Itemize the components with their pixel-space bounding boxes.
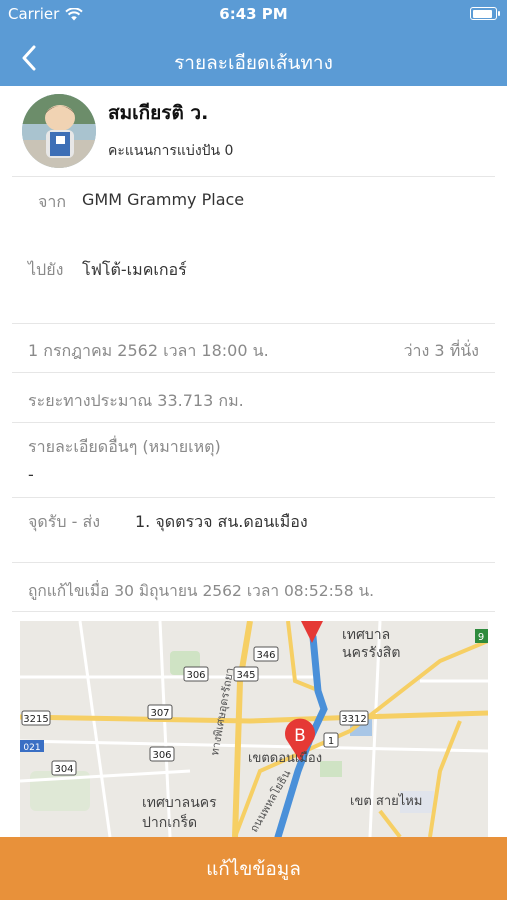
- route-shield: 346: [256, 650, 275, 661]
- divider: [12, 422, 495, 423]
- route-shield: 3312: [341, 714, 366, 725]
- page-title: รายละเอียดเส้นทาง: [174, 52, 333, 74]
- divider: [12, 562, 495, 563]
- nav-bar: รายละเอียดเส้นทาง: [0, 36, 507, 82]
- edit-button-label: แก้ไขข้อมูล: [206, 857, 301, 880]
- route-shield: 306: [186, 670, 205, 681]
- from-label: จาก: [38, 192, 67, 211]
- map-area-label: ปากเกร็ด: [142, 813, 197, 831]
- battery-fill: [472, 9, 493, 18]
- route-shield: 306: [152, 750, 171, 761]
- from-value: GMM Grammy Place: [82, 190, 245, 209]
- pickup-value: 1. จุดตรวจ สน.ดอนเมือง: [135, 512, 308, 531]
- route-shield: 304: [54, 764, 73, 775]
- divider: [12, 611, 495, 612]
- edit-button[interactable]: แก้ไขข้อมูล: [0, 837, 507, 900]
- divider: [12, 323, 495, 324]
- map-area-label: เขตดอนเมือง: [248, 750, 322, 766]
- driver-name: สมเกียรติ ว.: [108, 102, 209, 124]
- details-value: -: [28, 465, 34, 484]
- map-area-label: เขต สายไหม: [350, 793, 422, 809]
- route-shield: 021: [23, 743, 40, 753]
- battery-icon: [470, 7, 500, 20]
- trip-datetime: 1 กรกฎาคม 2562 เวลา 18:00 น.: [28, 341, 269, 360]
- details-label: รายละเอียดอื่นๆ (หมายเหตุ): [28, 437, 221, 456]
- map-canvas: B เทศบาล นครรังสิต เขตดอนเมือง เขต สายไห…: [20, 621, 488, 837]
- avatar-photo: [22, 94, 96, 168]
- status-bar: Carrier 6:43 PM: [0, 0, 507, 28]
- divider: [12, 497, 495, 498]
- available-seats: ว่าง 3 ที่นั่ง: [403, 341, 479, 360]
- pickup-label: จุดรับ - ส่ง: [28, 512, 101, 531]
- to-value: โฟโต้-เมคเกอร์: [82, 260, 187, 279]
- to-label: ไปยัง: [28, 260, 64, 279]
- route-map[interactable]: B เทศบาล นครรังสิต เขตดอนเมือง เขต สายไห…: [20, 621, 488, 837]
- avatar[interactable]: [22, 94, 96, 168]
- map-area-label: เทศบาล: [342, 627, 390, 643]
- map-area-label: นครรังสิต: [342, 645, 400, 661]
- driver-profile: สมเกียรติ ว. คะแนนการแบ่งปัน 0: [0, 86, 507, 176]
- route-shield: 307: [150, 708, 169, 719]
- route-shield: 345: [236, 670, 255, 681]
- app-header: Carrier 6:43 PM รายละเอียดเส้นทาง: [0, 0, 507, 86]
- route-shield: 1: [328, 736, 334, 747]
- divider: [12, 372, 495, 373]
- route-shield: 3215: [23, 714, 48, 725]
- map-area-label: เทศบาลนคร: [142, 795, 217, 811]
- divider: [12, 176, 495, 177]
- route-shield: 9: [478, 632, 484, 643]
- edited-timestamp: ถูกแก้ไขเมื่อ 30 มิถุนายน 2562 เวลา 08:5…: [28, 582, 375, 600]
- map-marker-b-label: B: [294, 726, 306, 746]
- trip-distance: ระยะทางประมาณ 33.713 กม.: [28, 391, 244, 410]
- status-time: 6:43 PM: [219, 5, 288, 23]
- share-score: คะแนนการแบ่งปัน 0: [108, 143, 234, 159]
